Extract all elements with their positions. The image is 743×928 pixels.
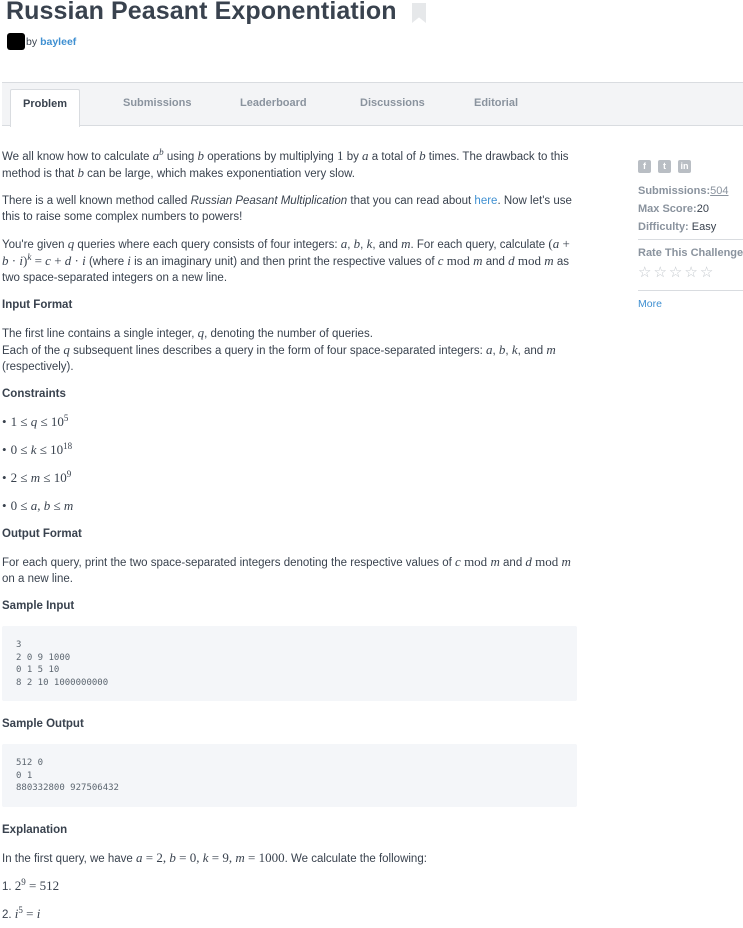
divider [638, 290, 743, 291]
star-icon[interactable]: ☆ [653, 265, 666, 280]
task-paragraph: You're given q queries where each query … [2, 236, 570, 284]
share-icons: f t in [638, 160, 743, 173]
tab-bar: Problem Submissions Leaderboard Discussi… [2, 82, 743, 127]
submissions-stat: Submissions:504 [638, 185, 729, 197]
rate-label: Rate This Challenge: [638, 247, 743, 259]
explanation-heading: Explanation [2, 823, 68, 836]
explanation-text: In the first query, we have a = 2, b = 0… [2, 849, 427, 865]
constraint-item: 0 ≤ k ≤ 1018 [2, 442, 577, 458]
constraint-item: 0 ≤ a, b ≤ m [2, 498, 577, 514]
rating-stars[interactable]: ☆ ☆ ☆ ☆ ☆ [638, 265, 743, 280]
submissions-count-link[interactable]: 504 [710, 185, 728, 197]
linkedin-icon[interactable]: in [678, 160, 691, 173]
constraint-item: 2 ≤ m ≤ 109 [2, 470, 577, 486]
sample-output-heading: Sample Output [2, 718, 84, 730]
divider [638, 239, 743, 240]
constraints-list: 1 ≤ q ≤ 105 0 ≤ k ≤ 1018 2 ≤ m ≤ 109 0 ≤… [2, 414, 577, 514]
here-link[interactable]: here [474, 195, 497, 207]
sample-input-heading: Sample Input [2, 600, 75, 612]
star-icon[interactable]: ☆ [684, 265, 697, 280]
tab-discussions[interactable]: Discussions [360, 97, 425, 109]
problem-statement: We all know how to calculate ab using b … [2, 148, 577, 928]
author-link[interactable]: bayleef [40, 36, 76, 48]
sample-output-block: 512 0 0 1 880332800 927506432 [2, 744, 577, 807]
tab-submissions[interactable]: Submissions [123, 97, 191, 109]
star-icon[interactable]: ☆ [638, 265, 651, 280]
tab-editorial[interactable]: Editorial [474, 97, 518, 109]
twitter-icon[interactable]: t [658, 160, 671, 173]
input-format-text: The first line contains a single integer… [2, 325, 556, 373]
constraints-heading: Constraints [2, 388, 66, 400]
max-score-stat: Max Score:20 [638, 203, 709, 215]
difficulty-stat: Difficulty: Easy [638, 221, 717, 233]
output-format-heading: Output Format [2, 528, 82, 540]
method-paragraph: There is a well known method called Russ… [2, 195, 572, 223]
step-item: 2. i5 = i [2, 904, 41, 921]
by-label: by [26, 35, 38, 48]
page-title: Russian Peasant Exponentiation [6, 0, 397, 25]
bookmark-icon[interactable] [412, 3, 426, 23]
author-row: by bayleef [7, 33, 76, 50]
tab-leaderboard[interactable]: Leaderboard [240, 97, 307, 109]
tab-problem[interactable]: Problem [10, 89, 80, 127]
sample-input-block: 3 2 0 9 1000 0 1 5 10 8 2 10 1000000000 [2, 626, 577, 701]
avatar [7, 33, 25, 50]
challenge-sidebar: f t in Submissions:504 Max Score:20 Diff… [638, 160, 743, 310]
facebook-icon[interactable]: f [638, 160, 651, 173]
constraint-item: 1 ≤ q ≤ 105 [2, 414, 577, 430]
more-link[interactable]: More [638, 298, 662, 310]
step-item: 1. 29 = 512 [2, 876, 60, 893]
output-format-text: For each query, print the two space-sepa… [2, 554, 571, 585]
star-icon[interactable]: ☆ [669, 265, 682, 280]
star-icon[interactable]: ☆ [700, 265, 713, 280]
intro-paragraph: We all know how to calculate ab using b … [2, 147, 569, 181]
input-format-heading: Input Format [2, 299, 73, 311]
explanation-steps: 1. 29 = 512 2. i5 = i [2, 876, 577, 923]
